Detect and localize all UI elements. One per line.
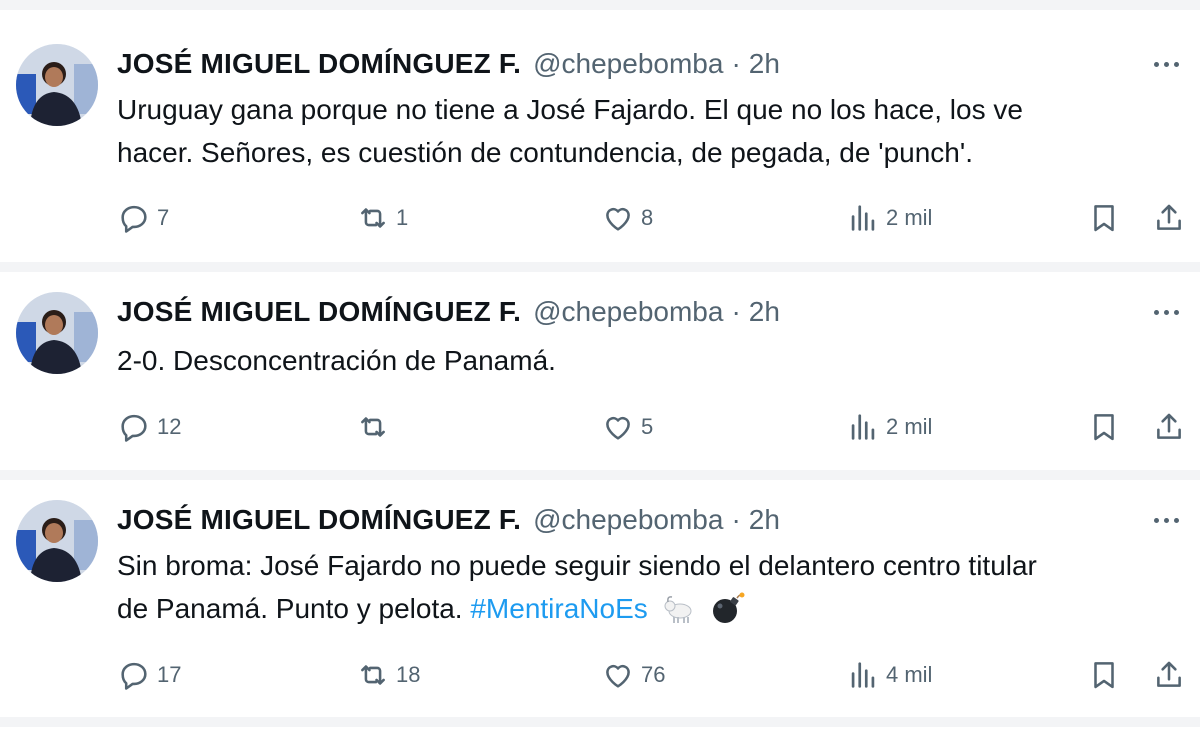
reply-icon [121,662,147,690]
avatar[interactable] [16,292,98,374]
reply-count: 12 [157,414,182,439]
retweet-button[interactable]: 18 [356,653,420,697]
tweet-text-segment: de Panamá. Punto y pelota. [117,593,463,624]
more-options-icon [1153,309,1159,315]
avatar[interactable] [16,44,98,126]
bookmark-button[interactable] [1087,653,1121,697]
author-handle[interactable]: @chepebomba [533,504,723,536]
views-button[interactable]: 2 mil [846,196,932,240]
views-icon [851,205,875,231]
views-button[interactable]: 4 mil [846,653,932,697]
view-count: 4 mil [886,662,933,687]
author-handle[interactable]: @chepebomba [533,296,723,328]
more-options-button[interactable] [1148,46,1184,82]
bookmark-icon [1094,205,1114,232]
tweet[interactable]: JOSÉ MIGUEL DOMÍNGUEZ F. @chepebomba · 2… [0,10,1200,262]
avatar-image [16,500,98,582]
tweet-text: Sin broma: José Fajardo no puede seguir … [117,544,1177,636]
tweet-text-line: Sin broma: José Fajardo no puede seguir … [117,550,1037,581]
like-count: 8 [641,205,654,230]
heart-icon [606,207,630,231]
bookmark-icon [1094,414,1114,441]
separator: · [731,504,741,535]
tweet-actions: 7 1 8 2 mil [0,196,1200,240]
retweet-count: 1 [396,205,409,230]
like-button[interactable]: 5 [601,405,653,449]
author-handle[interactable]: @chepebomba [533,48,723,80]
more-options-icon [1153,517,1159,523]
views-button[interactable]: 2 mil [846,405,932,449]
tweet[interactable]: JOSÉ MIGUEL DOMÍNGUEZ F. @chepebomba · 2… [0,480,1200,717]
view-count: 2 mil [886,414,933,439]
feed-divider [0,0,1200,10]
retweet-icon [361,665,385,685]
like-count: 5 [641,414,654,439]
reply-button[interactable]: 7 [117,196,169,240]
retweet-count: 18 [396,662,421,687]
timestamp[interactable]: 2h [749,504,780,536]
reply-count: 7 [157,205,170,230]
share-icon [1157,204,1181,230]
share-button[interactable] [1152,405,1186,449]
bookmark-button[interactable] [1087,405,1121,449]
tweet-text: 2-0. Desconcentración de Panamá. [117,339,1177,382]
bookmark-icon [1094,662,1114,689]
retweet-button[interactable]: 1 [356,196,408,240]
retweet-icon [361,417,385,437]
views-icon [851,662,875,688]
views-icon [851,414,875,440]
reply-button[interactable]: 17 [117,653,181,697]
timestamp[interactable]: 2h [749,296,780,328]
share-icon [1157,413,1181,439]
retweet-icon [361,208,385,228]
reply-icon [121,414,147,442]
share-button[interactable] [1152,653,1186,697]
feed-divider [0,717,1200,727]
tweet[interactable]: JOSÉ MIGUEL DOMÍNGUEZ F. @chepebomba · 2… [0,272,1200,470]
share-icon [1157,661,1181,687]
tweet-text-line: hacer. Señores, es cuestión de contunden… [117,137,973,168]
hashtag-link[interactable]: #MentiraNoEs [470,593,647,624]
reply-icon [121,205,147,233]
tweet-text-line: 2-0. Desconcentración de Panamá. [117,345,556,376]
heart-icon [606,664,630,688]
separator: · [731,296,741,327]
author-name[interactable]: JOSÉ MIGUEL DOMÍNGUEZ F. [117,48,521,80]
reply-button[interactable]: 12 [117,405,181,449]
feed-divider [0,470,1200,480]
avatar-image [16,292,98,374]
author-name[interactable]: JOSÉ MIGUEL DOMÍNGUEZ F. [117,504,521,536]
tweet-text-line: de Panamá. Punto y pelota. #MentiraNoEs [117,587,1177,636]
bookmark-button[interactable] [1087,196,1121,240]
tweet-header: JOSÉ MIGUEL DOMÍNGUEZ F. @chepebomba · 2… [117,44,780,84]
author-name[interactable]: JOSÉ MIGUEL DOMÍNGUEZ F. [117,296,521,328]
share-button[interactable] [1152,196,1186,240]
view-count: 2 mil [886,205,933,230]
separator: · [731,48,741,79]
reply-count: 17 [157,662,182,687]
tweet-text-line: Uruguay gana porque no tiene a José Faja… [117,94,1023,125]
feed-divider [0,262,1200,272]
tweet-header: JOSÉ MIGUEL DOMÍNGUEZ F. @chepebomba · 2… [117,500,780,540]
tweet-actions: 17 18 76 4 mil [0,653,1200,697]
tweet-header: JOSÉ MIGUEL DOMÍNGUEZ F. @chepebomba · 2… [117,292,780,332]
goat-emoji [662,593,696,636]
avatar-image [16,44,98,126]
like-count: 76 [641,662,666,687]
tweet-text: Uruguay gana porque no tiene a José Faja… [117,88,1177,174]
heart-icon [606,416,630,440]
timestamp[interactable]: 2h [749,48,780,80]
like-button[interactable]: 8 [601,196,653,240]
like-button[interactable]: 76 [601,653,665,697]
avatar[interactable] [16,500,98,582]
more-options-icon [1153,61,1159,67]
retweet-button[interactable] [356,405,396,449]
more-options-button[interactable] [1148,502,1184,538]
bomb-emoji [709,592,745,636]
tweet-actions: 12 5 2 mil [0,405,1200,449]
more-options-button[interactable] [1148,294,1184,330]
